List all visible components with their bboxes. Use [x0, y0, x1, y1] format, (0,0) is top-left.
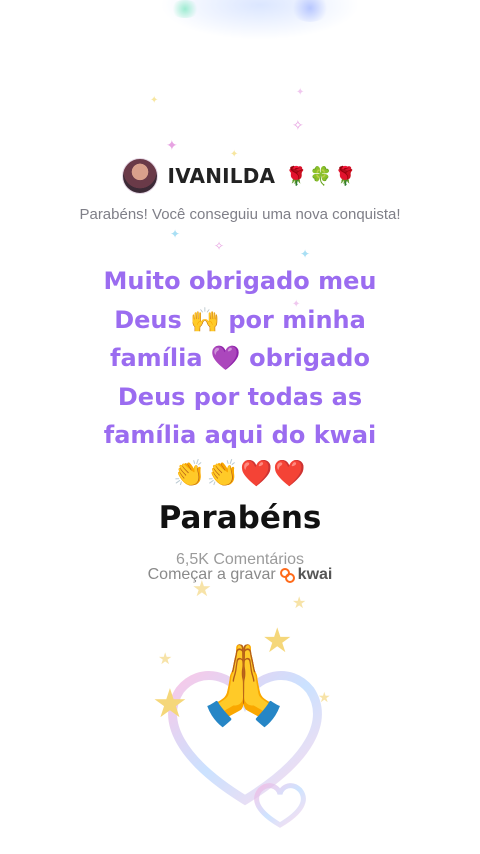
message-line: família aqui do kwai: [103, 421, 377, 449]
emoji-row: 👏👏❤️❤️: [173, 458, 307, 488]
star-icon: ★: [158, 651, 173, 668]
user-row[interactable]: IVANILDA 🌹🍀🌹: [0, 158, 480, 194]
start-recording-button[interactable]: Começar a gravar kwai: [0, 566, 480, 584]
kwai-logo-icon: [279, 568, 295, 583]
username[interactable]: IVANILDA: [168, 164, 276, 188]
sparkle-icon: ✧: [292, 117, 304, 133]
sparkle-icon: ✧: [214, 239, 225, 253]
sparkle-icon: ✦: [170, 227, 181, 241]
username-emojis: 🌹🍀🌹: [285, 165, 359, 186]
message-line: família 💜 obrigado: [110, 344, 370, 372]
sparkle-icon: ✦: [296, 87, 305, 98]
sparkle-icon: ✦: [150, 95, 159, 106]
star-icon: ★: [318, 689, 331, 705]
star-icon: ★: [152, 682, 188, 726]
sparkle-icon: ✦: [300, 247, 311, 261]
message-line: Deus por todas as: [117, 382, 363, 411]
message-line: Deus 🙌 por minha: [114, 305, 366, 334]
congrats-heading: Parabéns: [158, 500, 322, 536]
star-icon: ★: [192, 576, 212, 601]
star-icon: ★: [292, 595, 307, 612]
brand-name: kwai: [297, 566, 333, 583]
achievement-subtitle: Parabéns! Você conseguiu uma nova conqui…: [79, 206, 401, 223]
star-icon: ★: [262, 622, 293, 660]
glow-orb: [170, 0, 200, 18]
post-message: Muito obrigado meu Deus 🙌 por minha famí…: [90, 262, 390, 455]
avatar[interactable]: [121, 158, 158, 194]
message-line: Muito obrigado meu: [103, 267, 377, 295]
sparkle-icon: ✦: [166, 137, 178, 153]
